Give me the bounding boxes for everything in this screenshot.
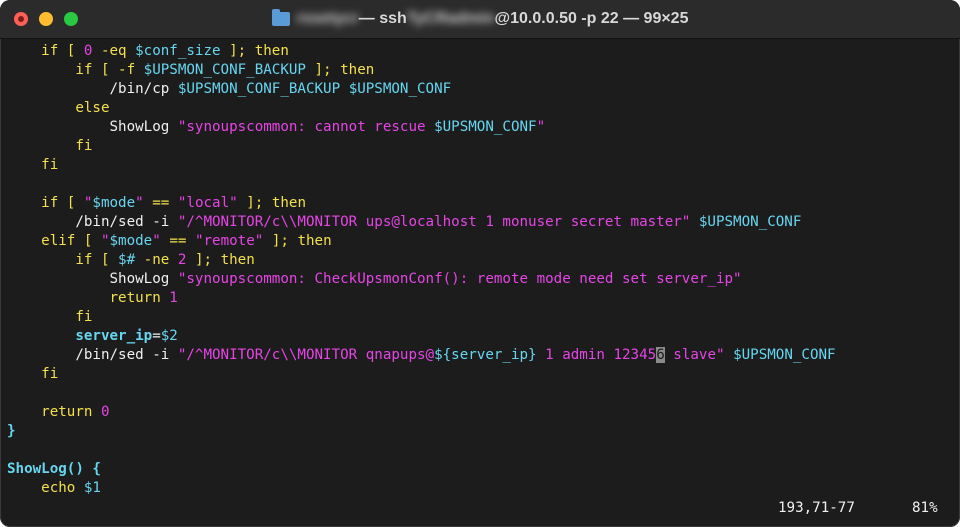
code-line: return 1 (0, 289, 960, 308)
code-token: } (7, 423, 16, 439)
title-ssh: — ssh (358, 10, 407, 27)
code-token: if [ (7, 252, 119, 268)
code-line: } (0, 422, 960, 441)
code-token: fi (7, 309, 93, 325)
code-token: " (536, 119, 546, 135)
code-line: echo $1 (0, 479, 960, 498)
code-token: "synoupscommon: cannot rescue (177, 119, 435, 135)
code-line: /bin/sed -i "/^MONITOR/c\\MONITOR ups@lo… (0, 213, 960, 232)
code-token: ShowLog() { (7, 461, 101, 477)
code-token: elif [ (7, 233, 101, 249)
code-token: $UPSMON_CONF_BACKUP (143, 62, 306, 78)
scroll-percent: 81% (912, 500, 938, 516)
text-cursor: 6 (656, 347, 665, 363)
code-line: if [ "$mode" == "local" ]; then (0, 194, 960, 213)
code-line: ShowLog() { (0, 460, 960, 479)
code-token: server_ip (7, 328, 153, 344)
code-token: $conf_size (135, 43, 221, 59)
code-token: "remote" (194, 233, 264, 249)
code-line: fi (0, 137, 960, 156)
code-token: -eq (92, 43, 136, 59)
code-token: return (7, 404, 101, 420)
code-token: ShowLog (7, 271, 178, 287)
code-line: return 0 (0, 403, 960, 422)
code-token: return (7, 290, 170, 306)
title-user: TyCRadmin (406, 10, 495, 27)
code-token: $mode (109, 233, 153, 249)
code-token: /bin/sed -i (7, 347, 178, 363)
code-line: if [ 0 -eq $conf_size ]; then (0, 42, 960, 61)
code-token: 0 (100, 404, 110, 420)
code-token: fi (7, 366, 59, 382)
code-token: ShowLog (7, 119, 178, 135)
code-line: server_ip=$2 (0, 327, 960, 346)
code-token: $mode (92, 195, 136, 211)
code-token: -ne (135, 252, 178, 268)
terminal-content[interactable]: if [ 0 -eq $conf_size ]; then if [ -f $U… (0, 42, 960, 498)
code-token: ]; then (220, 43, 289, 59)
code-line: ShowLog "synoupscommon: CheckUpsmonConf(… (0, 270, 960, 289)
code-token: $UPSMON_CONF (348, 81, 452, 97)
code-token: /bin/cp (7, 81, 178, 97)
code-token: $UPSMON_CONF (434, 119, 537, 135)
code-line: /bin/sed -i "/^MONITOR/c\\MONITOR qnapup… (0, 346, 960, 365)
code-token: $UPSMON_CONF_BACKUP (177, 81, 341, 97)
code-token: fi (7, 138, 93, 154)
code-token: " (152, 233, 161, 249)
code-line: /bin/cp $UPSMON_CONF_BACKUP $UPSMON_CONF (0, 80, 960, 99)
code-token: "/^MONITOR/c\\MONITOR ups@localhost 1 mo… (177, 214, 691, 230)
code-token: if [ -f (7, 62, 144, 78)
code-token: $1 (83, 480, 101, 496)
code-token: 1 admin 12345 (536, 347, 657, 363)
code-token: " (135, 195, 144, 211)
title-bar[interactable]: rssetycr — ssh TyCRadmin @10.0.0.50 -p 2… (0, 0, 960, 39)
terminal-window: rssetycr — ssh TyCRadmin @10.0.0.50 -p 2… (0, 0, 960, 527)
code-token: slave" (664, 347, 725, 363)
code-token: ${server_ip} (434, 347, 537, 363)
code-token: "local" (177, 195, 238, 211)
vim-status-line: 193,71-77 81% (0, 500, 960, 519)
code-token: ]; then (305, 62, 375, 78)
code-token: if [ (7, 43, 84, 59)
code-token: echo (7, 480, 84, 496)
code-token: ]; then (186, 252, 255, 268)
code-token: ]; then (237, 195, 306, 211)
code-token: " (100, 233, 110, 249)
code-line: ShowLog "synoupscommon: cannot rescue $U… (0, 118, 960, 137)
code-token: $# (118, 252, 136, 268)
cursor-position: 193,71-77 (778, 500, 855, 516)
code-token: == (160, 233, 195, 249)
code-line: if [ $# -ne 2 ]; then (0, 251, 960, 270)
code-token: $2 (160, 328, 178, 344)
code-token: 1 (169, 290, 178, 306)
code-token: == (143, 195, 178, 211)
code-token: if [ (7, 195, 84, 211)
code-line: else (0, 99, 960, 118)
code-token: "synoupscommon: CheckUpsmonConf(): remot… (177, 271, 742, 287)
title-directory: rssetycr (296, 10, 359, 27)
code-line: fi (0, 308, 960, 327)
code-token: ]; then (263, 233, 332, 249)
title-host: @10.0.0.50 -p 22 — 99×25 (494, 10, 689, 27)
code-token: "/^MONITOR/c\\MONITOR qnapups@ (177, 347, 435, 363)
code-token: fi (7, 157, 59, 173)
code-token: else (7, 100, 110, 116)
code-token: = (152, 328, 161, 344)
folder-icon (271, 9, 290, 26)
code-line: fi (0, 365, 960, 384)
code-line: if [ -f $UPSMON_CONF_BACKUP ]; then (0, 61, 960, 80)
window-title: rssetycr — ssh TyCRadmin @10.0.0.50 -p 2… (0, 0, 960, 38)
code-line: elif [ "$mode" == "remote" ]; then (0, 232, 960, 251)
code-line: fi (0, 156, 960, 175)
code-token: /bin/sed -i (7, 214, 178, 230)
code-token: $UPSMON_CONF (698, 214, 802, 230)
code-token: $UPSMON_CONF (733, 347, 836, 363)
